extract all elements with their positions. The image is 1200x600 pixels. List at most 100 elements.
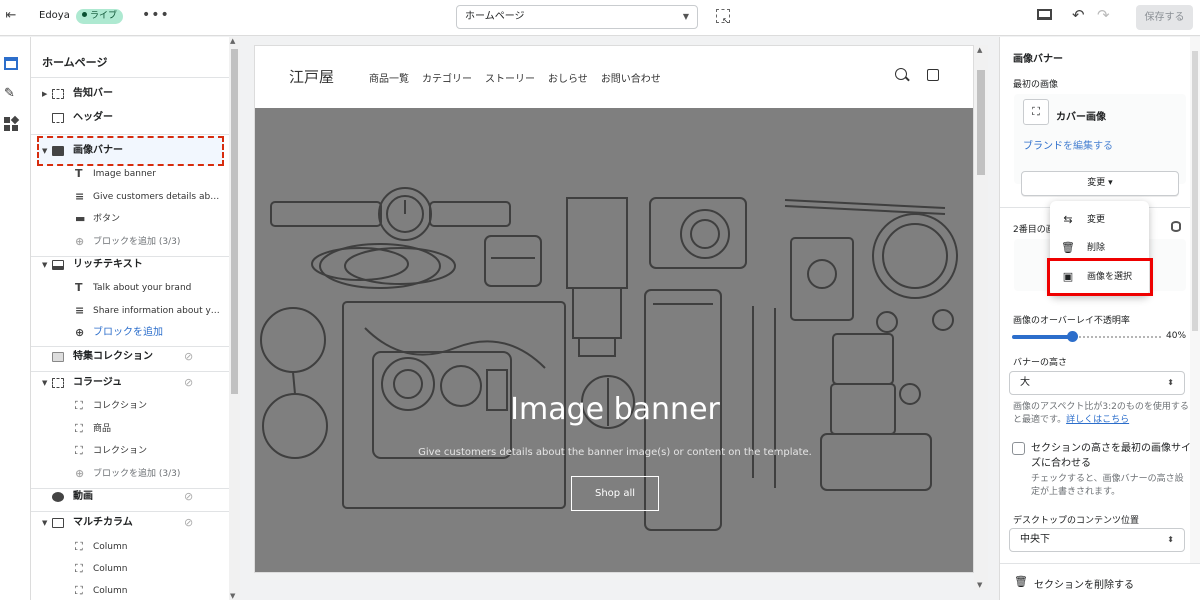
sections-icon[interactable]	[4, 57, 18, 70]
scroll-down-icon[interactable]: ▼	[977, 581, 982, 589]
banner-height-select[interactable]: 大 ⬍	[1009, 371, 1185, 395]
eye-off-icon[interactable]: ⊘	[184, 372, 193, 394]
change-image-button[interactable]: 変更 ▾	[1021, 171, 1179, 196]
block-row[interactable]: ≡ Share information about yo...	[31, 300, 229, 322]
theme-settings-icon[interactable]: ✎	[4, 87, 18, 100]
preview-scrollbar[interactable]: ▲ ▼	[974, 45, 988, 590]
nav-link[interactable]: おしらせ	[548, 74, 588, 85]
chevron-down-icon[interactable]: ▼	[42, 372, 47, 394]
inspector-toggle-icon[interactable]: ↖	[716, 9, 730, 25]
shop-all-button[interactable]: Shop all	[571, 476, 659, 511]
section-rich-text[interactable]: ▼ リッチテキスト	[31, 254, 229, 276]
first-image-label: 最初の画像	[1013, 80, 1059, 90]
add-block-button[interactable]: ⊕ ブロックを追加 (3/3)	[31, 463, 229, 485]
block-row[interactable]: ⛶ コレクション	[31, 395, 229, 417]
exit-icon[interactable]: ⇤	[4, 8, 18, 26]
overlay-opacity-label: 画像のオーバーレイ不透明率	[1013, 316, 1130, 326]
delete-section-button[interactable]: 🗑 セクションを削除する	[1000, 563, 1200, 600]
scrollbar-thumb[interactable]	[231, 49, 238, 394]
section-featured-collection[interactable]: 特集コレクション ⊘	[31, 346, 229, 368]
block-row[interactable]: T Image banner	[31, 163, 229, 185]
block-row[interactable]: ⛶ 商品	[31, 418, 229, 440]
section-multicolumn[interactable]: ▼ マルチカラム ⊘	[31, 512, 229, 534]
nav-link[interactable]: ストーリー	[485, 74, 535, 85]
image-name: カバー画像	[1056, 112, 1106, 123]
save-button[interactable]: 保存する	[1136, 5, 1193, 30]
more-actions-button[interactable]: •••	[142, 7, 170, 23]
search-icon[interactable]	[895, 68, 907, 80]
banner-heading: Image banner	[510, 392, 720, 427]
add-block-button[interactable]: ⊕ ブロックを追加 (3/3)	[31, 231, 229, 253]
database-icon[interactable]	[1171, 221, 1181, 232]
select-image-highlight	[1047, 258, 1153, 296]
section-collage[interactable]: ▼ コラージュ ⊘	[31, 372, 229, 394]
image-placeholder-icon[interactable]: ⛶	[1023, 99, 1049, 125]
cart-icon[interactable]	[927, 69, 939, 81]
menu-item-change[interactable]: ⇆ 変更	[1050, 209, 1149, 231]
block-row[interactable]: ▬ ボタン	[31, 208, 229, 230]
adapt-height-label[interactable]: セクションの高さを最初の画像サイズに合わせる	[1031, 441, 1191, 471]
chevron-down-icon[interactable]: ▼	[42, 512, 47, 534]
block-row[interactable]: ≡ Give customers details abo...	[31, 186, 229, 208]
adapt-height-checkbox[interactable]	[1012, 442, 1025, 455]
text-icon: T	[75, 167, 83, 180]
columns-icon	[52, 518, 64, 528]
desktop-view-icon[interactable]	[1037, 9, 1052, 20]
eye-off-icon[interactable]: ⊘	[184, 486, 193, 508]
edit-brand-link[interactable]: ブランドを編集する	[1023, 137, 1113, 152]
nav-link[interactable]: 商品一覧	[369, 74, 409, 85]
store-logo[interactable]: 江戸屋	[289, 66, 334, 87]
button-icon: ▬	[75, 212, 86, 225]
scroll-up-icon[interactable]: ▲	[230, 37, 235, 45]
section-image-banner[interactable]: ▼ 画像バナー	[31, 140, 229, 162]
chevron-right-icon[interactable]: ▶	[42, 83, 47, 105]
placeholder-icon: ⛶	[75, 584, 83, 597]
block-row[interactable]: ⛶ コレクション	[31, 440, 229, 462]
announcement-icon	[52, 89, 64, 99]
live-badge: ライブ	[76, 9, 124, 24]
banner-height-help: 画像のアスペクト比が3:2のものを使用すると最適です。詳しくはこちら	[1013, 402, 1189, 425]
select-arrows-icon: ⬍	[1167, 378, 1174, 387]
overlay-value: 40%	[1166, 331, 1187, 341]
placeholder-icon: ⛶	[75, 399, 83, 412]
block-row[interactable]: ⛶ Column	[31, 536, 229, 558]
chevron-down-icon[interactable]: ▼	[42, 254, 47, 276]
apps-icon[interactable]	[4, 115, 20, 131]
sections-sidebar: ホームページ ▶ 告知バー ヘッダー ▼ 画像バナー T Image banner…	[31, 37, 229, 600]
scrollbar-thumb[interactable]	[1192, 51, 1198, 331]
placeholder-icon: ⛶	[75, 540, 83, 553]
banner-height-label: バナーの高さ	[1013, 358, 1068, 368]
block-row[interactable]: ⛶ Column	[31, 558, 229, 580]
nav-link[interactable]: カテゴリー	[422, 74, 472, 85]
block-row[interactable]: T Talk about your brand	[31, 277, 229, 299]
panel-scrollbar[interactable]	[1190, 37, 1200, 563]
desktop-position-label: デスクトップのコンテンツ位置	[1013, 516, 1140, 526]
paragraph-icon: ≡	[75, 304, 85, 317]
menu-item-delete[interactable]: 🗑 削除	[1050, 237, 1149, 259]
change-icon: ⇆	[1063, 213, 1073, 226]
placeholder-icon: ⛶	[75, 422, 83, 435]
divider	[31, 134, 229, 135]
image-banner[interactable]: Image banner Give customers details abou…	[255, 108, 973, 572]
desktop-position-select[interactable]: 中央下 ⬍	[1009, 528, 1185, 552]
sidebar-scrollbar[interactable]: ▲ ▼	[229, 37, 240, 600]
block-row[interactable]: ⛶ Column	[31, 580, 229, 600]
scroll-up-icon[interactable]: ▲	[977, 46, 982, 54]
scrollbar-thumb[interactable]	[977, 70, 985, 175]
eye-off-icon[interactable]: ⊘	[184, 346, 193, 368]
page-select[interactable]: ホームページ ▼	[456, 5, 698, 29]
section-video[interactable]: 動画 ⊘	[31, 486, 229, 508]
scroll-down-icon[interactable]: ▼	[230, 592, 235, 600]
eye-off-icon[interactable]: ⊘	[184, 512, 193, 534]
learn-more-link[interactable]: 詳しくはこちら	[1066, 415, 1129, 425]
overlay-slider-handle[interactable]	[1066, 331, 1078, 342]
section-announcement-bar[interactable]: ▶ 告知バー	[31, 83, 229, 105]
redo-icon[interactable]: ↷	[1097, 6, 1110, 24]
section-header[interactable]: ヘッダー	[31, 107, 229, 129]
add-block-button[interactable]: ⊕ ブロックを追加	[31, 322, 229, 344]
nav-link[interactable]: お問い合わせ	[601, 74, 661, 85]
top-bar: ⇤ Edoya ライブ ••• ホームページ ▼ ↖ ↶ ↷ 保存する	[0, 0, 1200, 36]
chevron-down-icon[interactable]: ▼	[42, 140, 47, 162]
undo-icon[interactable]: ↶	[1072, 6, 1085, 24]
rich-text-icon	[52, 260, 64, 270]
